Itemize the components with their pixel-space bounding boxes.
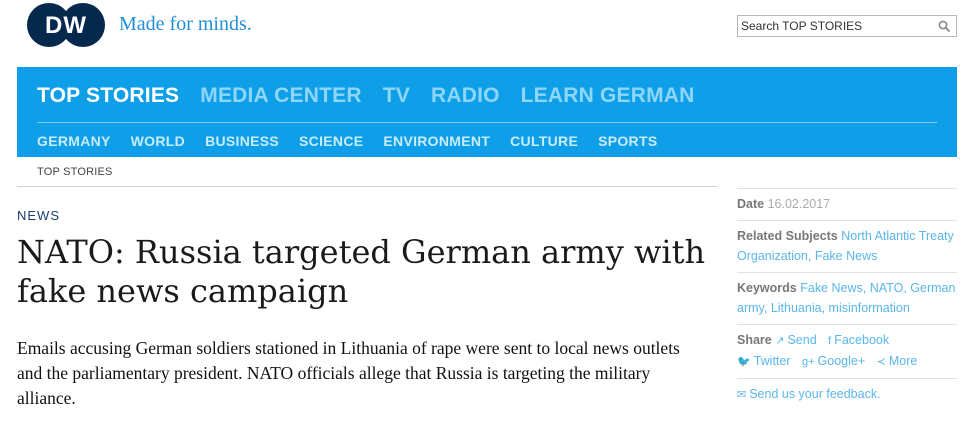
nav-top-stories[interactable]: TOP STORIES	[37, 84, 179, 108]
google-plus-icon: g+	[802, 356, 815, 368]
dw-logo[interactable]: DW	[26, 2, 106, 48]
keyword-misinformation[interactable]: misinformation	[829, 301, 910, 315]
twitter-icon: 🐦	[737, 356, 751, 368]
date-block: Date 16.02.2017	[737, 189, 957, 220]
share-send-button[interactable]: ↗ Send	[775, 333, 816, 347]
subnav-culture[interactable]: CULTURE	[510, 133, 578, 149]
share-facebook-button[interactable]: f Facebook	[828, 333, 889, 347]
subnav-environment[interactable]: ENVIRONMENT	[383, 133, 490, 149]
feedback-link[interactable]: ✉ Send us your feedback.	[737, 387, 881, 401]
related-link-fake-news[interactable]: Fake News	[815, 249, 878, 263]
share-more-label: More	[888, 354, 918, 368]
share-twitter-button[interactable]: 🐦 Twitter	[737, 354, 791, 368]
date-value: 16.02.2017	[767, 197, 831, 211]
article-headline: NATO: Russia targeted German army with f…	[17, 233, 706, 310]
search-box	[737, 15, 957, 37]
share-more-button[interactable]: ≺ More	[877, 354, 918, 368]
site-header: DW Made for minds.	[0, 0, 971, 67]
share-google-plus-button[interactable]: g+ Google+	[802, 354, 865, 368]
breadcrumb[interactable]: TOP STORIES	[37, 166, 113, 178]
feedback-block: ✉ Send us your feedback.	[737, 379, 957, 411]
divider	[17, 186, 717, 187]
share-label: Share	[737, 333, 772, 347]
nav-media-center[interactable]: MEDIA CENTER	[200, 84, 361, 108]
nav-learn-german[interactable]: LEARN GERMAN	[521, 84, 695, 108]
search-icon[interactable]	[937, 19, 951, 33]
keyword-lithuania[interactable]: Lithuania	[771, 301, 822, 315]
main-navigation: TOP STORIES MEDIA CENTER TV RADIO LEARN …	[17, 67, 957, 157]
keywords-label: Keywords	[737, 281, 797, 295]
secondary-nav: GERMANY WORLD BUSINESS SCIENCE ENVIRONME…	[37, 133, 677, 149]
send-icon: ↗	[775, 335, 785, 347]
share-block: Share ↗ Send f Facebook 🐦 Twitter g+ Google+…	[737, 325, 957, 378]
article-kicker: NEWS	[17, 208, 60, 223]
article-teaser: Emails accusing German soldiers statione…	[17, 338, 680, 408]
related-subjects-label: Related Subjects	[737, 229, 838, 243]
primary-nav: TOP STORIES MEDIA CENTER TV RADIO LEARN …	[37, 84, 716, 108]
tagline: Made for minds.	[119, 13, 252, 35]
keywords-block: Keywords Fake News, NATO, German army, L…	[737, 281, 956, 315]
date-label: Date	[737, 197, 765, 211]
share-twitter-label: Twitter	[753, 354, 791, 368]
facebook-icon: f	[828, 335, 832, 347]
share-google-plus-label: Google+	[817, 354, 866, 368]
nav-tv[interactable]: TV	[383, 84, 410, 108]
feedback-label: Send us your feedback.	[749, 387, 881, 401]
subnav-science[interactable]: SCIENCE	[299, 133, 363, 149]
article-sidebar: Date 16.02.2017 Related Subjects North A…	[737, 188, 957, 411]
keyword-nato[interactable]: NATO	[870, 281, 904, 295]
subnav-world[interactable]: WORLD	[131, 133, 185, 149]
logo-text: DW	[45, 12, 87, 39]
nav-divider	[37, 122, 937, 123]
related-subjects-block: Related Subjects North Atlantic Treaty O…	[737, 229, 954, 263]
subnav-business[interactable]: BUSINESS	[205, 133, 279, 149]
subnav-sports[interactable]: SPORTS	[598, 133, 657, 149]
nav-radio[interactable]: RADIO	[431, 84, 500, 108]
more-icon: ≺	[876, 356, 886, 368]
subnav-germany[interactable]: GERMANY	[37, 133, 111, 149]
share-send-label: Send	[787, 333, 817, 347]
mail-icon: ✉	[737, 389, 747, 401]
search-input[interactable]	[741, 18, 931, 34]
keyword-fake-news[interactable]: Fake News	[800, 281, 863, 295]
share-facebook-label: Facebook	[834, 333, 890, 347]
